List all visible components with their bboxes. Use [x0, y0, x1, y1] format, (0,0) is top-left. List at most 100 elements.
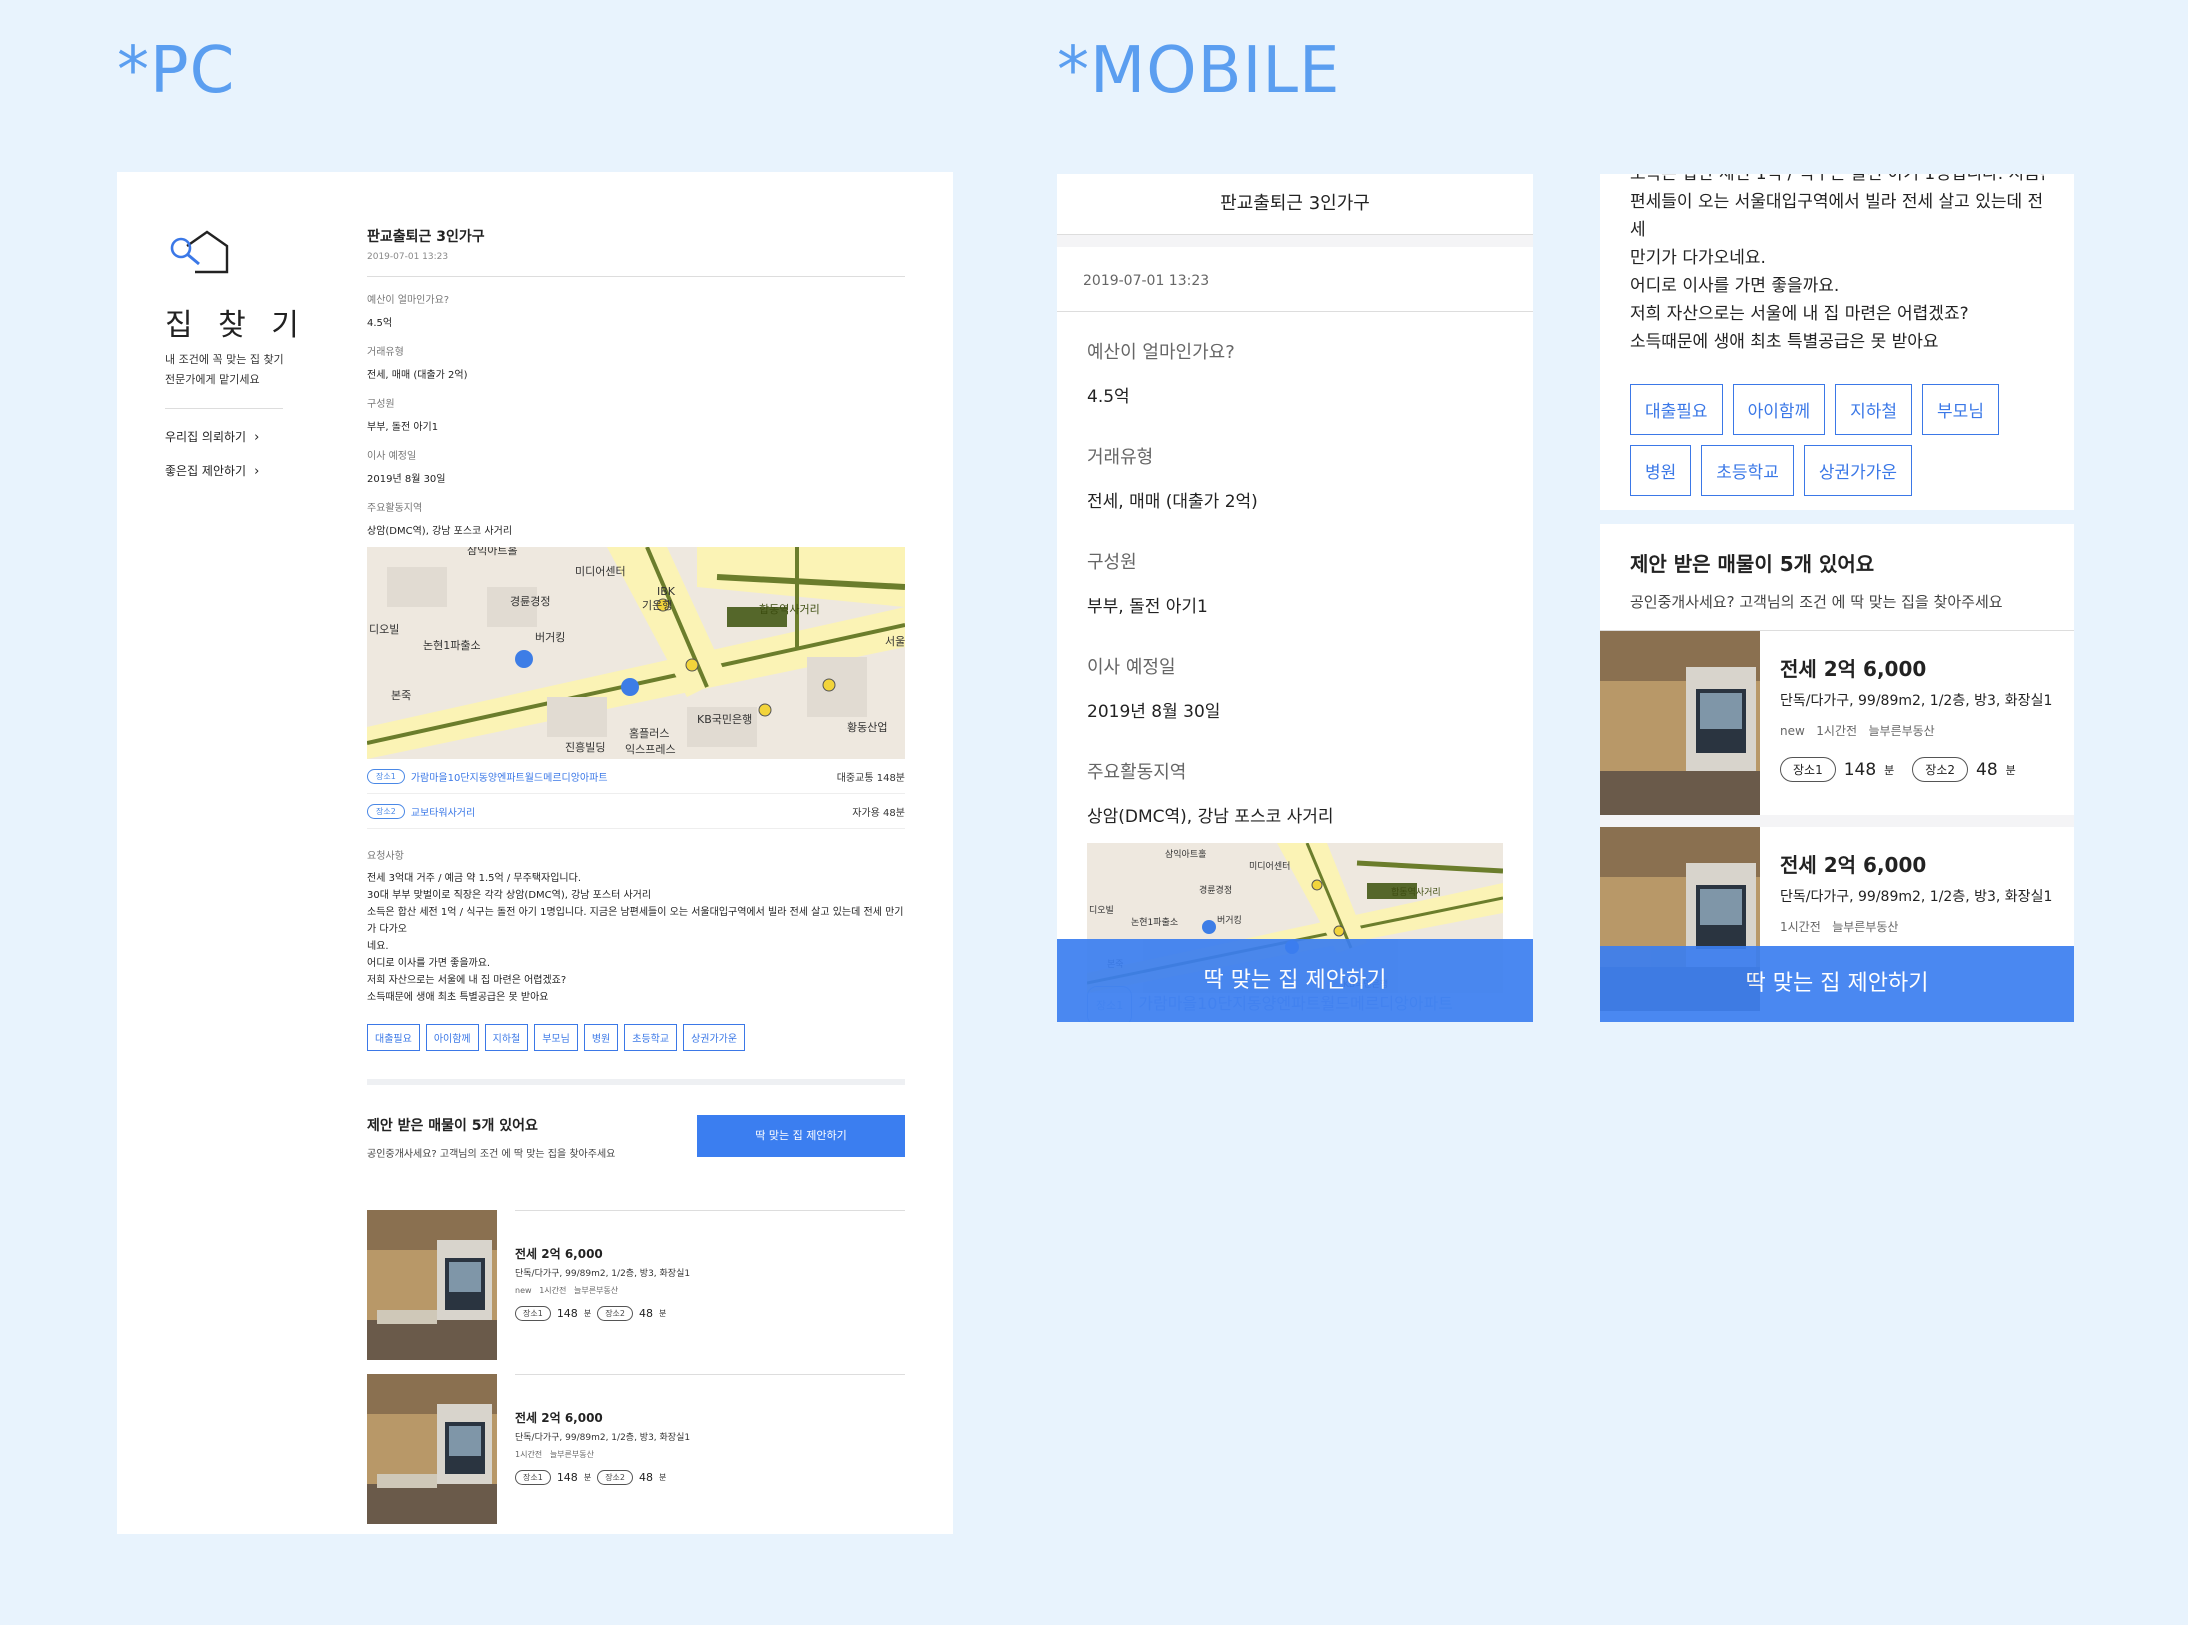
- place-pill: 장소1: [367, 768, 405, 784]
- propose-button[interactable]: 딱 맞는 집 제안하기: [1057, 939, 1533, 1022]
- map-label: 디오빌: [369, 623, 399, 636]
- location-map[interactable]: 삼익아트홀 미디어센터 IBK 기은행 경륜경정 디오빌 논현1파출소 버거킹 …: [367, 547, 905, 759]
- new-badge: new: [515, 1286, 532, 1295]
- divider: [1057, 311, 1533, 312]
- distance-unit: 분: [659, 1309, 667, 1318]
- field-value: 상암(DMC역), 강남 포스코 사거리: [1087, 807, 1334, 827]
- tag[interactable]: 아이함께: [1732, 384, 1826, 435]
- field-label: 구성원: [367, 399, 395, 410]
- listing-agency: 늘부른부동산: [1832, 920, 1899, 934]
- map-label: 합동역사거리: [759, 603, 820, 616]
- distance-value: 148: [556, 1471, 578, 1484]
- map-label: 디오빌: [1089, 905, 1114, 916]
- tag[interactable]: 지하철: [1835, 384, 1913, 435]
- listing-info: 전세 2억 6,000 단독/다가구, 99/89m2, 1/2층, 방3, 화…: [515, 1210, 905, 1360]
- map-label: IBK: [657, 585, 676, 598]
- listing-agency: 늘부른부동산: [549, 1450, 594, 1459]
- tag[interactable]: 대출필요: [1630, 384, 1723, 435]
- section-gap: [1057, 235, 1533, 247]
- field-value: 전세, 매매 (대출가 2억): [367, 370, 468, 381]
- distance-unit: 분: [583, 1473, 592, 1482]
- mobile-screen-1: 판교출퇴근 3인가구 2019-07-01 13:23 예산이 얼마인가요? 4…: [1057, 174, 1533, 1022]
- tag[interactable]: 병원: [583, 1024, 619, 1051]
- new-badge: new: [1780, 724, 1805, 738]
- request-text: 전세 3억대 거주 / 예금 약 1.5억 / 무주택자입니다. 30대 부부 …: [367, 870, 905, 1006]
- map-label: KB국민은행: [697, 713, 752, 726]
- home-search-icon: [170, 230, 229, 274]
- tag[interactable]: 대출필요: [367, 1024, 420, 1051]
- link-label: 좋은집 제안하기: [165, 464, 247, 478]
- suggestion-header: 제안 받은 매물이 5개 있어요 공인중개사세요? 고객님의 조건 에 딱 맞는…: [367, 1115, 905, 1160]
- listing-distance: 장소1 148 분 장소2 48 분: [1780, 757, 2052, 782]
- tag[interactable]: 부모님: [1922, 384, 1999, 435]
- tag[interactable]: 부모님: [534, 1024, 578, 1051]
- propose-button[interactable]: 딱 맞는 집 제안하기: [1600, 946, 2074, 1022]
- map-label: 삼익아트홀: [1165, 848, 1206, 860]
- place-name[interactable]: 교보타워사거리: [411, 804, 852, 819]
- map-label: 홈플러스: [629, 726, 669, 740]
- listing-item[interactable]: 전세 2억 6,000 단독/다가구, 99/89m2, 1/2층, 방3, 화…: [367, 1374, 905, 1524]
- field-value: 2019년 8월 30일: [1087, 702, 1221, 722]
- field-label: 주요활동지역: [367, 503, 423, 514]
- map-label: 미디어센터: [1249, 861, 1290, 872]
- map-label: 경륜경정: [510, 595, 550, 608]
- listing-time: 1시간전: [1816, 724, 1858, 738]
- place-time: 대중교통 148분: [836, 772, 905, 784]
- listing-time: 1시간전: [1780, 920, 1821, 934]
- place-row: 장소1 가람마을10단지동양엔파트월드메르디앙아파트 대중교통 148분: [367, 759, 905, 794]
- side-desc-line: 전문가에게 맡기세요: [165, 373, 260, 386]
- propose-home-link[interactable]: 좋은집 제안하기 ›: [165, 462, 259, 479]
- map-label: 버거킹: [535, 631, 565, 644]
- mobile-heading: *MOBILE: [1057, 34, 1341, 108]
- mobile-header-title: 판교출퇴근 3인가구: [1057, 174, 1533, 235]
- listing-item[interactable]: 전세 2억 6,000 단독/다가구, 99/89m2, 1/2층, 방3, 화…: [1600, 631, 2074, 815]
- side-divider: [165, 408, 283, 409]
- listing-photo: [367, 1210, 497, 1360]
- field-label: 거래유형: [367, 347, 404, 358]
- request-line: 편세들이 오는 서울대입구역에서 빌라 전세 살고 있는데 전세: [1630, 192, 2044, 240]
- side-title: 집 찾 기: [165, 308, 307, 343]
- place-pill: 장소1: [515, 1470, 551, 1485]
- chevron-right-icon: ›: [254, 430, 260, 445]
- tag[interactable]: 아이함께: [425, 1024, 479, 1051]
- field-value: 상암(DMC역), 강남 포스코 사거리: [367, 526, 513, 537]
- listing-meta: new 1시간전 늘부른부동산: [1780, 722, 2052, 739]
- distance-unit: 분: [1884, 763, 1895, 777]
- propose-button[interactable]: 딱 맞는 집 제안하기: [697, 1115, 905, 1157]
- listing-item[interactable]: 전세 2억 6,000 단독/다가구, 99/89m2, 1/2층, 방3, 화…: [367, 1210, 905, 1360]
- request-line: 저희 자산으로는 서울에 내 집 마련은 어렵겠죠?: [367, 975, 567, 986]
- listing-distance: 장소1 148 분 장소2 48 분: [515, 1306, 905, 1321]
- listing-price: 전세 2억 6,000: [515, 1411, 603, 1425]
- listing-agency: 늘부른부동산: [1868, 724, 1935, 738]
- listing-spec: 단독/다가구, 99/89m2, 1/2층, 방3, 화장실1: [1780, 889, 2053, 905]
- listing-info: 전세 2억 6,000 단독/다가구, 99/89m2, 1/2층, 방3, 화…: [515, 1374, 905, 1524]
- tag[interactable]: 초등학교: [1701, 445, 1794, 496]
- map-label: 익스프레스: [625, 743, 676, 756]
- post-date: 2019-07-01 13:23: [367, 252, 449, 262]
- place-name[interactable]: 가람마을10단지동양엔파트월드메르디앙아파트: [411, 769, 837, 784]
- suggestion-desc: 공인중개사세요? 고객님의 조건 에 딱 맞는 집을 찾아주세요: [367, 1149, 616, 1160]
- tag[interactable]: 초등학교: [624, 1024, 678, 1051]
- tag[interactable]: 상권가가운: [1803, 445, 1913, 496]
- field-label: 주요활동지역: [1087, 762, 1187, 783]
- place-pill: 장소1: [515, 1306, 551, 1321]
- place-pill: 장소2: [597, 1470, 633, 1485]
- listing-meta: 1시간전 늘부른부동산: [515, 1449, 905, 1460]
- tag[interactable]: 상권가가운: [683, 1024, 746, 1051]
- distance-value: 48: [639, 1307, 653, 1320]
- distance-value: 148: [556, 1307, 578, 1320]
- map-label: 경륜경정: [1199, 884, 1232, 896]
- place-time: 자가용 48분: [852, 807, 905, 819]
- field-value: 부부, 돌전 아기1: [367, 422, 439, 433]
- chevron-right-icon: ›: [254, 464, 260, 479]
- listing-price: 전세 2억 6,000: [1780, 657, 1927, 681]
- listing-time: 1시간전: [539, 1286, 567, 1295]
- listing-distance: 장소1 148 분 장소2 48 분: [515, 1470, 905, 1485]
- distance-unit: 분: [659, 1473, 667, 1482]
- tag[interactable]: 병원: [1630, 445, 1692, 496]
- listing-spec: 단독/다가구, 99/89m2, 1/2층, 방3, 화장실1: [515, 1433, 691, 1443]
- map-label: 논현1파출소: [423, 639, 481, 652]
- request-home-link[interactable]: 우리집 의뢰하기 ›: [165, 428, 259, 445]
- tag[interactable]: 지하철: [484, 1024, 529, 1051]
- field-label: 구성원: [1087, 552, 1137, 573]
